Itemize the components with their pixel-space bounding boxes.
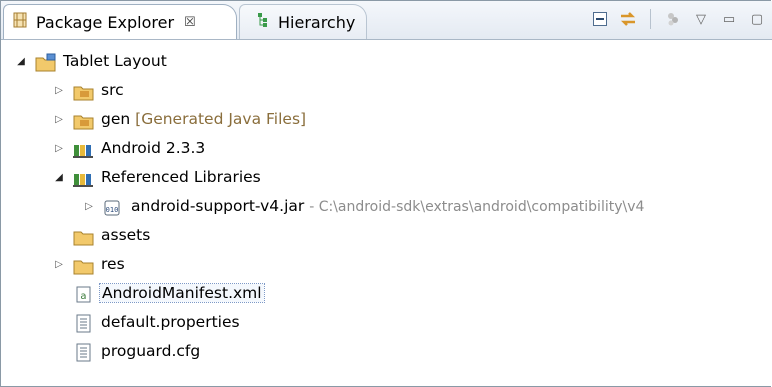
view-tab-bar: Package Explorer ☒ Hierarchy ▽ ▭ ▢ <box>1 1 772 40</box>
folder-icon <box>73 227 94 246</box>
collapse-all-icon <box>593 12 607 26</box>
collapsed-twisty-icon[interactable]: ▷ <box>53 259 65 270</box>
jar-path-decoration: - C:\android-sdk\extras\android\compatib… <box>309 199 645 215</box>
collapsed-twisty-icon[interactable]: ▷ <box>53 143 65 154</box>
focus-button[interactable] <box>663 9 683 29</box>
folder-icon <box>73 256 94 275</box>
tree-item-res[interactable]: ▷ res <box>1 251 772 279</box>
collapsed-twisty-icon[interactable]: ▷ <box>53 114 65 125</box>
tab-hierarchy[interactable]: Hierarchy <box>239 4 367 39</box>
library-container-icon <box>73 169 93 187</box>
tree-item-label: Android 2.3.3 <box>101 139 206 157</box>
tab-package-explorer-label: Package Explorer <box>36 12 175 32</box>
tree-item-text: android-support-v4.jar - C:\android-sdk\… <box>131 197 644 215</box>
close-tab-icon[interactable]: ☒ <box>184 15 196 30</box>
tree-item-label: AndroidManifest.xml <box>99 283 265 303</box>
view-toolbar: ▽ ▭ ▢ <box>590 9 767 29</box>
tree-item-label: android-support-v4.jar <box>131 197 305 215</box>
tree-item-label: default.properties <box>101 313 240 331</box>
svg-text:010: 010 <box>106 206 119 214</box>
tree-item-manifest[interactable]: a AndroidManifest.xml <box>1 280 772 308</box>
tree-item-default-properties[interactable]: default.properties <box>1 309 772 337</box>
tree-item-label: assets <box>101 226 151 244</box>
package-explorer-icon <box>12 12 28 32</box>
tree-item-label: Tablet Layout <box>63 52 167 70</box>
text-file-icon <box>75 314 95 333</box>
collapse-all-button[interactable] <box>590 9 610 29</box>
tree-item-label: Referenced Libraries <box>101 168 261 186</box>
focus-on-active-task-icon <box>668 13 678 26</box>
link-with-editor-icon <box>620 12 636 26</box>
expanded-twisty-icon[interactable]: ◢ <box>15 56 27 67</box>
link-with-editor-button[interactable] <box>618 9 638 29</box>
view-menu-button[interactable]: ▽ <box>691 9 711 29</box>
jar-file-icon: 010 <box>103 198 123 216</box>
tree-item-label: proguard.cfg <box>101 342 201 360</box>
tab-hierarchy-label: Hierarchy <box>278 12 356 32</box>
expanded-twisty-icon[interactable]: ◢ <box>53 172 65 183</box>
tree-item-referenced-libraries[interactable]: ◢ Referenced Libraries <box>1 164 772 192</box>
generated-files-decoration: [Generated Java Files] <box>135 110 307 128</box>
svg-text:a: a <box>80 291 86 302</box>
tree-item-gen[interactable]: ▷ gen [Generated Java Files] <box>1 106 772 134</box>
android-manifest-icon: a <box>75 285 95 303</box>
tree-item-label: gen <box>101 110 131 128</box>
text-file-icon <box>75 343 95 362</box>
collapsed-twisty-icon[interactable]: ▷ <box>83 201 95 212</box>
library-container-icon <box>73 140 93 158</box>
minimize-button[interactable]: ▭ <box>719 9 739 29</box>
generated-source-folder-icon <box>73 111 94 130</box>
java-project-icon <box>35 53 56 72</box>
tree-item-project[interactable]: ◢ Tablet Layout <box>1 48 772 76</box>
tree-item-src[interactable]: ▷ src <box>1 77 772 105</box>
collapsed-twisty-icon[interactable]: ▷ <box>53 85 65 96</box>
tree-item-label: res <box>101 255 125 273</box>
tree-item-assets[interactable]: assets <box>1 222 772 250</box>
toolbar-separator <box>650 9 651 29</box>
maximize-button[interactable]: ▢ <box>747 9 767 29</box>
tree-item-jar[interactable]: ▷ 010 android-support-v4.jar - C:\androi… <box>1 193 772 221</box>
tree-item-text: gen [Generated Java Files] <box>101 110 306 128</box>
tab-package-explorer[interactable]: Package Explorer ☒ <box>3 4 237 39</box>
source-folder-icon <box>73 82 94 101</box>
tree-item-android-library[interactable]: ▷ Android 2.3.3 <box>1 135 772 163</box>
tree-item-proguard[interactable]: proguard.cfg <box>1 338 772 366</box>
type-hierarchy-icon <box>256 12 270 32</box>
package-explorer-view: Package Explorer ☒ Hierarchy ▽ ▭ ▢ ◢ Tab… <box>0 0 772 387</box>
tree-item-label: src <box>101 81 124 99</box>
